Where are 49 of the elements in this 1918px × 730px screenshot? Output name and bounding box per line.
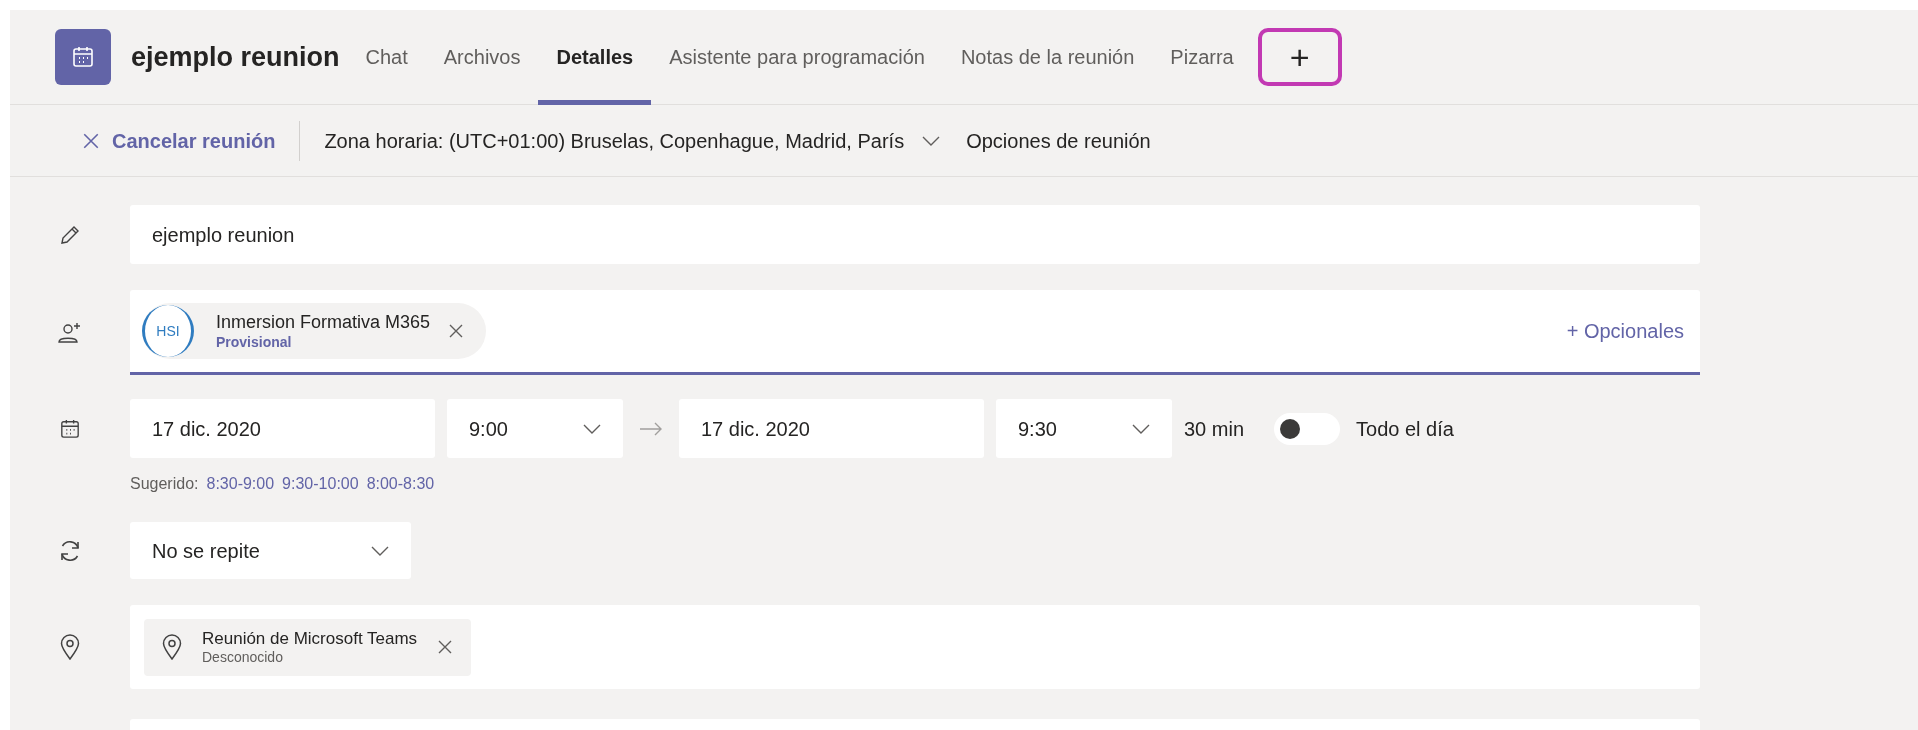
tab[interactable]: Chat (347, 9, 426, 105)
suggested-time-link[interactable]: 8:00-8:30 (366, 472, 435, 496)
tab[interactable]: Pizarra (1152, 9, 1252, 105)
all-day-toggle[interactable] (1274, 412, 1341, 445)
add-person-icon (57, 320, 83, 345)
chevron-down-icon (922, 135, 941, 146)
end-date-field[interactable]: 17 dic. 2020 (679, 399, 984, 458)
timezone-dropdown[interactable]: Zona horaria: (UTC+01:00) Bruselas, Copenhague, Madrid, París (324, 125, 941, 156)
location-status: Desconocido (202, 648, 284, 667)
pencil-icon (59, 223, 81, 246)
attendee-chip[interactable]: HSI Inmersion Formativa M365 Provisional (142, 303, 487, 359)
repeat-icon (58, 538, 82, 563)
attendee-name: Inmersion Formativa M365 (216, 311, 431, 334)
tab[interactable]: Archivos (425, 9, 539, 105)
attendees-field[interactable]: HSI Inmersion Formativa M365 Provisional + Opcionales (130, 290, 1700, 375)
repeat-dropdown[interactable]: No se repite (130, 522, 411, 579)
location-pin-icon (60, 634, 80, 660)
suggested-time-link[interactable]: 9:30-10:00 (282, 472, 359, 496)
tab[interactable]: Asistente para programación (651, 9, 943, 105)
tab[interactable]: Detalles (538, 9, 652, 105)
calendar-app-icon (55, 29, 111, 85)
suggested-time-link[interactable]: 8:30-9:00 (206, 472, 275, 496)
tab[interactable]: Notas de la reunión (942, 9, 1153, 105)
all-day-label: Todo el día (1356, 416, 1454, 442)
start-time-dropdown[interactable]: 9:00 (447, 399, 623, 458)
cancel-meeting-button[interactable]: Cancelar reunión (82, 125, 276, 156)
meeting-title: ejemplo reunion (131, 40, 340, 74)
meeting-options-link[interactable]: Opciones de reunión (966, 125, 1151, 156)
close-icon (448, 323, 465, 339)
location-pin-icon (162, 634, 182, 660)
start-date-field[interactable]: 17 dic. 2020 (130, 399, 435, 458)
chevron-down-icon (1132, 423, 1150, 434)
location-chip[interactable]: Reunión de Microsoft Teams Desconocido (144, 618, 472, 676)
title-field[interactable]: ejemplo reunion (130, 205, 1700, 264)
duration-label: 30 min (1184, 416, 1245, 442)
organization-avatar: HSI (142, 305, 194, 357)
location-name: Reunión de Microsoft Teams (202, 627, 418, 649)
chevron-down-icon (583, 423, 601, 434)
arrow-right-icon (639, 421, 663, 436)
add-tab-button[interactable]: + (1257, 28, 1342, 86)
close-icon (82, 131, 100, 150)
optional-attendees-link[interactable]: + Opcionales (1566, 316, 1684, 346)
suggested-label: Sugerido: (130, 474, 199, 494)
location-field[interactable]: Reunión de Microsoft Teams Desconocido (130, 605, 1700, 689)
chevron-down-icon (371, 545, 389, 556)
attendee-status: Provisional (216, 333, 293, 351)
end-time-dropdown[interactable]: 9:30 (996, 399, 1172, 458)
calendar-icon (60, 418, 80, 439)
close-icon (437, 639, 454, 655)
